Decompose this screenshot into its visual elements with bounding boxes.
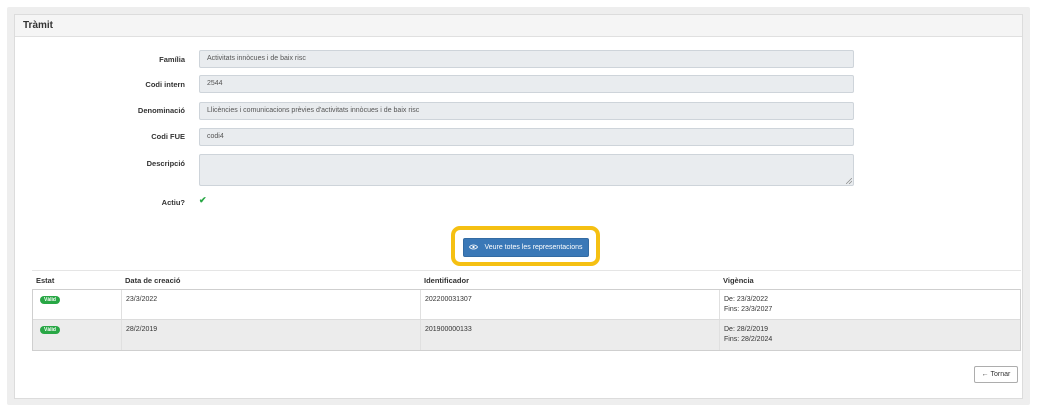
resize-grip-icon[interactable]	[846, 178, 852, 184]
tramit-panel: Tràmit Família Activitats innòcues i de …	[14, 14, 1023, 399]
column-divider	[719, 320, 720, 350]
page-background: Tràmit Família Activitats innòcues i de …	[7, 7, 1030, 405]
row-vigencia-fins: Fins: 28/2/2024	[724, 336, 773, 343]
view-all-label: Veure totes les representacions	[484, 244, 583, 251]
descripcio-textarea[interactable]	[199, 154, 854, 186]
status-badge: Vàlid	[40, 326, 60, 334]
status-badge: Vàlid	[40, 296, 60, 304]
header-estat: Estat	[36, 276, 55, 285]
header-data-creacio: Data de creació	[125, 276, 181, 285]
column-divider	[420, 290, 421, 319]
back-button[interactable]: ← Tornar	[974, 366, 1018, 383]
check-icon: ✔	[199, 195, 207, 205]
familia-label: Família	[159, 55, 185, 64]
row-vigencia-de: De: 28/2/2019	[724, 326, 768, 333]
representations-table: Estat Data de creació Identificador Vigè…	[32, 270, 1021, 351]
row-identificador: 201900000133	[425, 326, 472, 333]
column-divider	[121, 290, 122, 319]
codi-fue-label: Codi FUE	[151, 132, 185, 141]
row-identificador: 202200031307	[425, 296, 472, 303]
actiu-label: Actiu?	[161, 198, 185, 207]
denominacio-field[interactable]: Llicències i comunicacions prèvies d'act…	[199, 102, 854, 120]
codi-fue-field[interactable]: codi4	[199, 128, 854, 146]
table-body: Vàlid 23/3/2022 202200031307 De: 23/3/20…	[32, 289, 1021, 351]
familia-field[interactable]: Activitats innòcues i de baix risc	[199, 50, 854, 68]
row-data-creacio: 23/3/2022	[126, 296, 158, 303]
codi-intern-field[interactable]: 2544	[199, 75, 854, 93]
row-data-creacio: 28/2/2019	[126, 326, 158, 333]
row-vigencia-fins: Fins: 23/3/2027	[724, 306, 773, 313]
arrow-left-icon: ←	[981, 371, 989, 378]
header-identificador: Identificador	[424, 276, 470, 285]
panel-title: Tràmit	[15, 15, 1022, 37]
descripcio-label: Descripció	[146, 159, 185, 168]
codi-intern-label: Codi intern	[145, 80, 185, 89]
denominacio-label: Denominació	[137, 106, 185, 115]
column-divider	[719, 290, 720, 319]
table-row[interactable]: Vàlid 28/2/2019 201900000133 De: 28/2/20…	[33, 320, 1020, 350]
eye-icon	[469, 244, 479, 250]
back-label: Tornar	[990, 371, 1011, 378]
table-row[interactable]: Vàlid 23/3/2022 202200031307 De: 23/3/20…	[33, 290, 1020, 320]
column-divider	[121, 320, 122, 350]
table-header: Estat Data de creació Identificador Vigè…	[32, 270, 1021, 289]
header-vigencia: Vigència	[723, 276, 754, 285]
column-divider	[420, 320, 421, 350]
view-all-representations-button[interactable]: Veure totes les representacions	[463, 238, 589, 257]
row-vigencia-de: De: 23/3/2022	[724, 296, 768, 303]
